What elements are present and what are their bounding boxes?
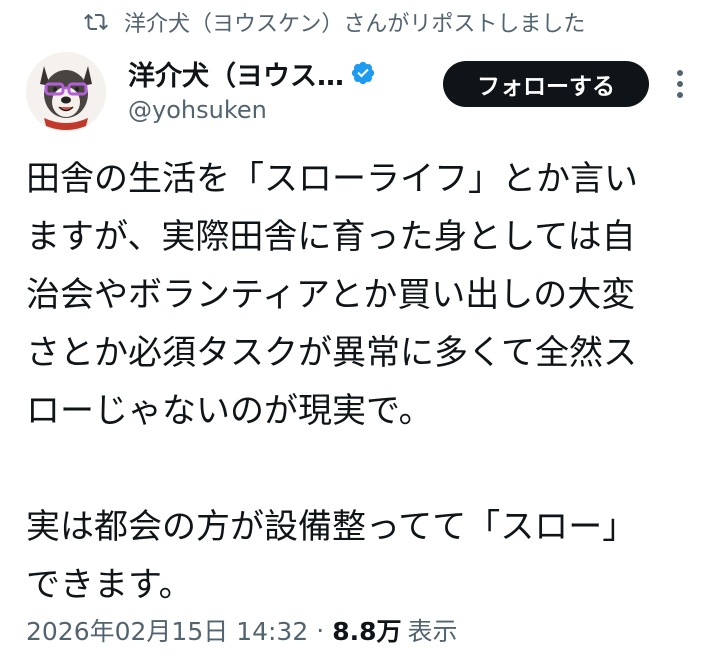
tweet-line: できます。 (26, 565, 193, 605)
author-display-name[interactable]: 洋介犬（ヨウス… (128, 54, 344, 93)
meta-separator: · (316, 615, 325, 645)
tweet-line: ローじゃないのが現実で。 (26, 391, 433, 431)
avatar-dog-illustration (26, 52, 106, 132)
tweet-timestamp[interactable]: 2026年02月15日 14:32 (26, 612, 308, 648)
tweet-line: 田舎の生活を「スローライフ」とか言い (26, 159, 638, 199)
follow-button[interactable]: フォローする (443, 61, 649, 107)
repost-indicator[interactable]: 洋介犬（ヨウスケン）さんがリポストしました (82, 6, 585, 38)
views-count[interactable]: 8.8万 (332, 612, 401, 648)
more-dot (677, 92, 683, 98)
tweet-meta: 2026年02月15日 14:32 · 8.8万 表示 (26, 612, 458, 648)
more-dot (677, 81, 683, 87)
more-vertical-icon[interactable] (668, 66, 692, 102)
repost-text: 洋介犬（ヨウスケン）さんがリポストしました (124, 12, 586, 37)
tweet-line: ますが、実際田舎に育った身としては自 (26, 217, 636, 257)
avatar[interactable] (26, 52, 106, 132)
more-dot (677, 70, 683, 76)
verified-badge-icon (350, 60, 376, 86)
tweet-line: さとか必須タスクが異常に多くて全然ス (26, 333, 637, 373)
tweet-line: 治会やボランティアとか買い出しの大変 (26, 275, 636, 315)
views-label: 表示 (407, 617, 458, 646)
repost-icon (82, 8, 110, 36)
tweet-line: 実は都会の方が設備整ってて「スロー」 (26, 507, 637, 547)
author-handle[interactable]: @yohsuken (128, 96, 376, 124)
tweet-text: 田舎の生活を「スローライフ」とか言い ますが、実際田舎に育った身としては自 治会… (26, 150, 698, 614)
author-info[interactable]: 洋介犬（ヨウス… @yohsuken (128, 54, 376, 124)
